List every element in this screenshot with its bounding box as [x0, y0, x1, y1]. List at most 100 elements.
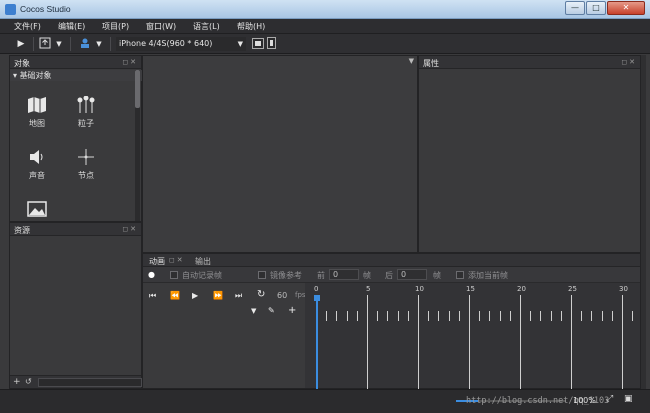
- ruler-tick: [428, 311, 430, 321]
- ruler-tick: [479, 311, 481, 321]
- window-controls: — □ ✕: [565, 1, 645, 16]
- toolbar-separator: [110, 37, 111, 51]
- properties-panel-title: 属性: [423, 59, 439, 68]
- main-vertical-scrollbar[interactable]: [641, 55, 646, 389]
- landscape-icon[interactable]: [252, 38, 264, 49]
- refresh-icon[interactable]: ↺: [25, 377, 32, 386]
- toolbar: ▶ ▼ ▼ iPhone 4/4S(960 * 640) ▼: [0, 34, 650, 54]
- minimize-button[interactable]: —: [565, 1, 585, 15]
- ruler-tick: [622, 295, 623, 390]
- ruler-tick: [336, 311, 338, 321]
- ruler-tick: [458, 311, 460, 321]
- chevron-down-icon[interactable]: ▼: [251, 307, 256, 315]
- panel-float-close-icon[interactable]: ◻✕: [621, 58, 637, 66]
- timeline-panel: 动画 ◻✕ 输出 ● 自动记录帧 镜像参考 前 0 帧 后 0 帧 添加当前帧 …: [142, 253, 641, 390]
- ruler-tick: [571, 295, 572, 390]
- object-label: 粒子: [78, 119, 94, 128]
- ruler-tick: [387, 311, 389, 321]
- ruler-tick: [591, 311, 593, 321]
- ruler-label: 20: [517, 285, 526, 293]
- last-frame-button[interactable]: ⏭: [235, 291, 242, 301]
- object-particle[interactable]: 粒子: [64, 94, 108, 129]
- panel-float-close-icon[interactable]: ◻✕: [169, 256, 185, 264]
- objects-scrollbar[interactable]: [135, 70, 140, 221]
- panel-float-close-icon[interactable]: ◻✕: [122, 225, 138, 233]
- chevron-down-icon: ▼: [237, 40, 243, 48]
- loop-icon[interactable]: ↻: [257, 289, 265, 300]
- ruler-tick: [346, 311, 348, 321]
- ruler-label: 15: [466, 285, 475, 293]
- maximize-button[interactable]: □: [586, 1, 606, 15]
- panel-float-close-icon[interactable]: ◻✕: [122, 58, 138, 66]
- publish-icon[interactable]: [38, 37, 52, 51]
- menu-file[interactable]: 文件(F): [14, 21, 41, 32]
- after-frames-label: 后: [385, 271, 393, 280]
- app-icon: [5, 4, 16, 15]
- menu-bar: 文件(F) 编辑(E) 项目(P) 窗口(W) 语言(L) 帮助(H): [0, 19, 650, 34]
- node-icon: [64, 146, 108, 168]
- objects-panel-title: 对象: [14, 59, 30, 68]
- ruler-label: 0: [314, 285, 319, 293]
- ruler-tick: [489, 311, 491, 321]
- ruler-tick: [540, 311, 542, 321]
- user-dropdown-arrow[interactable]: ▼: [94, 37, 104, 51]
- before-frames-input[interactable]: 0: [329, 269, 359, 280]
- timeline-ruler-area[interactable]: 0 5 10 15 20 25 30: [305, 283, 640, 390]
- layout-icon[interactable]: ▣: [624, 394, 633, 404]
- user-icon[interactable]: [78, 37, 92, 51]
- add-current-frame-checkbox[interactable]: [456, 271, 464, 279]
- prev-frame-button[interactable]: ⏪: [170, 291, 180, 300]
- ruler-tick: [560, 311, 562, 321]
- basic-objects-group[interactable]: ▾ 基础对象: [10, 70, 143, 81]
- fps-label: fps: [295, 291, 306, 299]
- device-resolution-select[interactable]: iPhone 4/4S(960 * 640) ▼: [116, 37, 246, 51]
- ruler-tick: [367, 295, 368, 390]
- ruler-tick: [418, 295, 419, 390]
- object-map[interactable]: 地图: [15, 94, 59, 129]
- object-node[interactable]: 节点: [64, 146, 108, 181]
- object-sound[interactable]: 声音: [15, 146, 59, 181]
- resource-search-input[interactable]: [38, 378, 142, 387]
- play-button[interactable]: ▶: [15, 37, 27, 51]
- object-image[interactable]: [15, 198, 59, 220]
- auto-keyframe-checkbox[interactable]: [170, 271, 178, 279]
- onion-icon[interactable]: ●: [148, 270, 155, 279]
- fit-screen-icon[interactable]: ⤢: [606, 394, 613, 404]
- portrait-icon[interactable]: [267, 37, 276, 49]
- fps-value[interactable]: 60: [277, 291, 287, 300]
- tab-output[interactable]: 输出: [195, 256, 211, 267]
- menu-language[interactable]: 语言(L): [193, 21, 220, 32]
- menu-edit[interactable]: 编辑(E): [58, 21, 85, 32]
- zoom-level[interactable]: 100%: [573, 396, 596, 405]
- resources-panel: 资源 ◻✕ + ↺: [9, 222, 142, 389]
- map-icon: [15, 94, 59, 116]
- properties-panel: 属性 ◻✕: [418, 55, 641, 253]
- resources-panel-header: 资源 ◻✕: [10, 223, 141, 236]
- particle-icon: [64, 94, 108, 116]
- resources-toolbar: + ↺: [10, 375, 142, 388]
- onion-skin-checkbox[interactable]: [258, 271, 266, 279]
- tab-animation[interactable]: 动画: [149, 256, 165, 267]
- playhead[interactable]: [316, 295, 318, 390]
- play-animation-button[interactable]: ▶: [192, 291, 198, 300]
- next-frame-button[interactable]: ⏩: [213, 291, 223, 300]
- add-track-button[interactable]: +: [288, 305, 296, 316]
- menu-project[interactable]: 项目(P): [102, 21, 129, 32]
- after-frames-input[interactable]: 0: [397, 269, 427, 280]
- object-label: 声音: [29, 171, 45, 180]
- pencil-icon[interactable]: ✎: [268, 306, 275, 315]
- first-frame-button[interactable]: ⏮: [149, 291, 156, 301]
- window-title: Cocos Studio: [20, 4, 71, 14]
- ruler-tick: [550, 311, 552, 321]
- canvas-area[interactable]: ▼: [142, 55, 418, 253]
- animation-options-bar: ● 自动记录帧 镜像参考 前 0 帧 后 0 帧 添加当前帧: [143, 267, 640, 283]
- chevron-down-icon[interactable]: ▼: [409, 57, 414, 65]
- add-resource-button[interactable]: +: [13, 377, 21, 387]
- ruler-tick: [499, 311, 501, 321]
- menu-window[interactable]: 窗口(W): [146, 21, 176, 32]
- ruler-tick: [448, 311, 450, 321]
- timeline-tabs: 动画 ◻✕ 输出: [143, 254, 640, 267]
- menu-help[interactable]: 帮助(H): [237, 21, 265, 32]
- publish-dropdown-arrow[interactable]: ▼: [54, 37, 64, 51]
- close-button[interactable]: ✕: [607, 1, 645, 15]
